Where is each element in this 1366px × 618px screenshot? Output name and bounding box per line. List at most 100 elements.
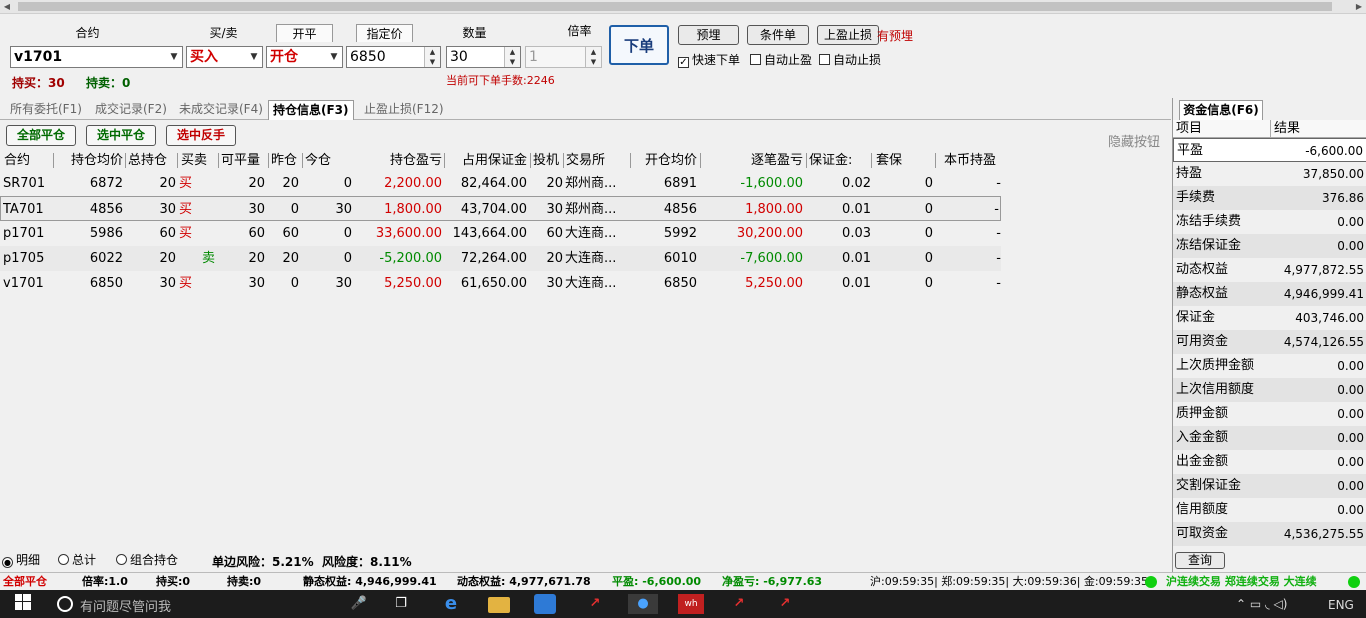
combo-label: 组合持仓 [130,553,179,567]
trading-app-icon[interactable]: ↗ [728,594,750,614]
app-icon[interactable] [534,594,556,614]
scroll-left-icon[interactable]: ◀ [0,0,14,14]
scroll-thumb[interactable] [18,2,1332,11]
fund-row[interactable]: 手续费 376.86 [1173,186,1366,210]
col-buy-sell[interactable]: 买卖 [181,152,219,170]
cell-today: 30 [335,276,352,291]
col-trade-pnl[interactable]: 逐笔盈亏 [703,152,803,170]
auto-stop-loss-label: 自动止损 [833,53,882,67]
fund-row[interactable]: 可取资金 4,536,275.55 [1173,522,1366,546]
tab-all-orders[interactable]: 所有委托(F1) [10,100,82,120]
query-button[interactable]: 查询 [1175,552,1225,569]
buy-sell-select[interactable]: 买入 ▼ [186,46,263,68]
trading-app-icon[interactable]: ↗ [774,594,796,614]
fund-row[interactable]: 上次质押金额 0.00 [1173,354,1366,378]
col-speculation[interactable]: 投机 [533,152,563,170]
detail-radio[interactable]: ● 明细 [2,553,40,568]
table-row[interactable]: TA701 4856 30 买 30 0 30 1,800.00 43,704.… [0,196,1001,221]
col-closable[interactable]: 可平量 [221,152,267,170]
open-close-select[interactable]: 开仓 ▼ [266,46,343,68]
close-selected-button[interactable]: 选中平仓 [86,125,156,146]
price-type-label[interactable]: 指定价 [356,24,413,42]
close-all-button[interactable]: 全部平仓 [6,125,76,146]
fund-row[interactable]: 持盈 37,850.00 [1173,162,1366,186]
trading-app-icon[interactable]: ↗ [584,594,606,614]
table-row[interactable]: p1705 6022 20 卖 20 20 0 -5,200.00 72,264… [0,246,1001,271]
language-indicator[interactable]: ENG [1328,598,1354,612]
cell-exch: 大连商... [565,276,617,291]
fund-row[interactable]: 静态权益 4,946,999.41 [1173,282,1366,306]
task-view-icon[interactable]: ❐ [390,594,412,614]
hide-buttons-link[interactable]: 隐藏按钮 [1108,131,1160,150]
stop-profit-loss-button[interactable]: 上盈止损 [817,25,879,45]
cell-yest: 0 [290,202,299,217]
fund-row[interactable]: 保证金 403,746.00 [1173,306,1366,330]
fund-row[interactable]: 交割保证金 0.00 [1173,474,1366,498]
tab-fund-info[interactable]: 资金信息(F6) [1179,100,1263,120]
col-divider [218,153,219,168]
col-margin[interactable]: 占用保证金 [447,152,527,170]
fund-row[interactable]: 出金金额 0.00 [1173,450,1366,474]
scroll-right-icon[interactable]: ▶ [1352,0,1366,14]
col-contract[interactable]: 合约 [4,152,52,170]
col-yesterday[interactable]: 昨仓 [271,152,303,170]
col-open-avg[interactable]: 开仓均价 [633,152,697,170]
tab-trades[interactable]: 成交记录(F2) [95,100,167,120]
quick-order-checkbox[interactable]: ✓ 快速下单 [678,53,740,68]
col-exchange[interactable]: 交易所 [566,152,626,170]
col-divider [700,153,701,168]
total-radio[interactable]: 总计 [58,553,96,567]
fund-row[interactable]: 入金金额 0.00 [1173,426,1366,450]
table-row[interactable]: p1701 5986 60 买 60 60 0 33,600.00 143,66… [0,221,1001,246]
fund-row[interactable]: 冻结手续费 0.00 [1173,210,1366,234]
fund-row[interactable]: 上次信用额度 0.00 [1173,378,1366,402]
fund-row[interactable]: 质押金额 0.00 [1173,402,1366,426]
table-row[interactable]: v1701 6850 30 买 30 0 30 5,250.00 61,650.… [0,271,1001,296]
col-position-pnl[interactable]: 持仓盈亏 [360,152,442,170]
tab-positions[interactable]: 持仓信息(F3) [268,100,354,120]
quantity-input[interactable]: 30 ▲ ▼ [446,46,521,68]
contract-select[interactable]: v1701 ▼ [10,46,183,68]
price-input[interactable]: 6850 ▲ ▼ [346,46,441,68]
microphone-icon[interactable]: 🎤 [348,594,370,614]
tab-stop-profit-loss[interactable]: 止盈止损(F12) [364,100,444,120]
cell-local: - [996,276,1001,291]
col-local-pnl[interactable]: 本币持盈 [944,152,1002,170]
quantity-stepper[interactable]: ▲ ▼ [504,47,520,67]
edge-browser-icon[interactable]: e [440,594,462,614]
combo-radio[interactable]: 组合持仓 [116,553,178,567]
col-avg-price[interactable]: 持仓均价 [55,152,123,170]
submit-order-button[interactable]: 下单 [609,25,669,65]
col-total[interactable]: 总持仓 [128,152,176,170]
col-margin-rate[interactable]: 保证金: [809,152,869,170]
chevron-down-icon[interactable]: ▼ [326,47,342,67]
fund-row[interactable]: 可用资金 4,574,126.55 [1173,330,1366,354]
conditional-order-button[interactable]: 条件单 [747,25,809,45]
table-row[interactable]: SR701 6872 20 买 20 20 0 2,200.00 82,464.… [0,171,1001,196]
col-today[interactable]: 今仓 [305,152,337,170]
tab-unfilled[interactable]: 未成交记录(F4) [179,100,263,120]
search-icon[interactable] [54,594,76,614]
reverse-selected-button[interactable]: 选中反手 [166,125,236,146]
auto-take-profit-checkbox[interactable]: 自动止盈 [750,53,812,67]
search-box-text[interactable]: 有问题尽管问我 [80,596,171,615]
fund-row[interactable]: 信用额度 0.00 [1173,498,1366,522]
price-stepper[interactable]: ▲ ▼ [424,47,440,67]
chevron-down-icon[interactable]: ▼ [166,47,182,67]
preorder-button[interactable]: 预埋 [678,25,739,45]
check-icon: ✓ [678,57,689,68]
browser-active-icon[interactable]: ● [628,594,658,614]
status-close-all[interactable]: 全部平仓 [3,573,47,590]
top-scrollbar[interactable]: ◀ ▶ [0,0,1366,14]
tray-icons[interactable]: ⌃ ▭ ◟ ◁) [1236,597,1287,611]
file-explorer-icon[interactable] [488,597,510,613]
chevron-down-icon[interactable]: ▼ [246,47,262,67]
auto-stop-loss-checkbox[interactable]: 自动止损 [819,53,881,67]
cell-exch: 郑州商... [565,202,617,217]
windows-start-icon[interactable] [12,594,34,614]
wh6-app-icon[interactable]: wh [678,594,704,614]
col-hedge[interactable]: 套保 [876,152,916,170]
fund-row[interactable]: 平盈 -6,600.00 [1173,138,1366,162]
fund-row[interactable]: 冻结保证金 0.00 [1173,234,1366,258]
fund-row[interactable]: 动态权益 4,977,872.55 [1173,258,1366,282]
